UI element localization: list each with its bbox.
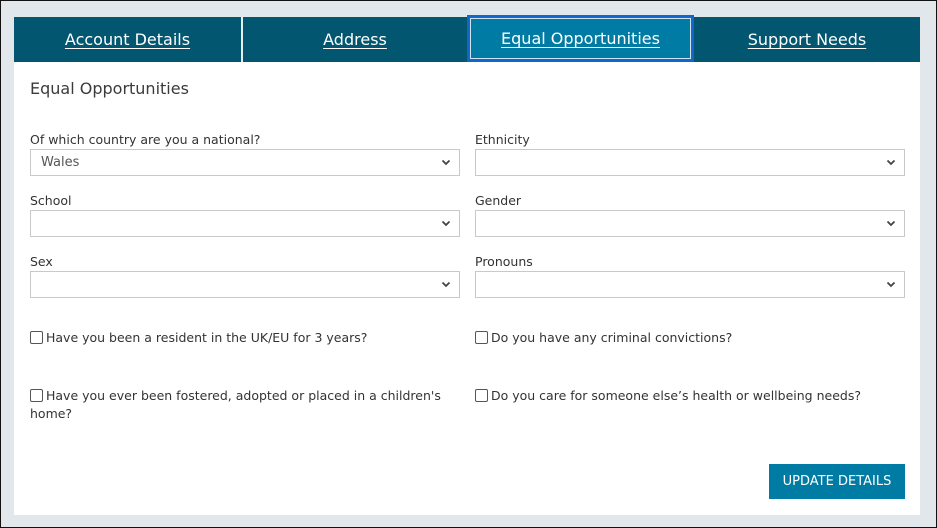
update-details-button[interactable]: UPDATE DETAILS (769, 464, 905, 499)
ethnicity-label: Ethnicity (475, 132, 530, 147)
fostered-checkbox-row: Have you ever been fostered, adopted or … (30, 387, 460, 423)
school-select[interactable] (30, 210, 460, 237)
chevron-down-icon (886, 281, 896, 288)
convictions-checkbox-label[interactable]: Do you have any criminal convictions? (491, 329, 901, 347)
gender-select[interactable] (475, 210, 905, 237)
tab-address[interactable]: Address (241, 17, 467, 62)
sex-field: Sex (30, 254, 460, 298)
nationality-field: Of which country are you a national? Wal… (30, 132, 460, 176)
nationality-value: Wales (41, 155, 80, 170)
form-panel: Account Details Address Equal Opportunit… (14, 15, 920, 515)
carer-checkbox-label[interactable]: Do you care for someone else’s health or… (491, 387, 901, 405)
fostered-checkbox[interactable] (30, 389, 43, 402)
fostered-checkbox-label[interactable]: Have you ever been fostered, adopted or … (30, 387, 450, 423)
pronouns-label: Pronouns (475, 254, 533, 269)
sex-select[interactable] (30, 271, 460, 298)
pronouns-field: Pronouns (475, 254, 905, 298)
resident-checkbox[interactable] (30, 331, 43, 344)
tab-bar: Account Details Address Equal Opportunit… (14, 15, 920, 62)
convictions-checkbox[interactable] (475, 331, 488, 344)
ethnicity-select[interactable] (475, 149, 905, 176)
tab-account-details[interactable]: Account Details (14, 17, 241, 62)
sex-label: Sex (30, 254, 53, 269)
nationality-label: Of which country are you a national? (30, 132, 261, 147)
nationality-select[interactable]: Wales (30, 149, 460, 176)
pronouns-select[interactable] (475, 271, 905, 298)
convictions-checkbox-row: Do you have any criminal convictions? (475, 329, 901, 347)
gender-label: Gender (475, 193, 522, 208)
tab-support-needs[interactable]: Support Needs (694, 17, 920, 62)
chevron-down-icon (441, 281, 451, 288)
chevron-down-icon (441, 220, 451, 227)
tab-equal-opportunities[interactable]: Equal Opportunities (467, 15, 694, 62)
resident-checkbox-row: Have you been a resident in the UK/EU fo… (30, 329, 456, 347)
school-field: School (30, 193, 460, 237)
resident-checkbox-label[interactable]: Have you been a resident in the UK/EU fo… (46, 329, 456, 347)
fostered-checkbox-text: Have you ever been fostered, adopted or … (30, 388, 441, 421)
gender-field: Gender (475, 193, 905, 237)
carer-checkbox-row: Do you care for someone else’s health or… (475, 387, 901, 405)
chevron-down-icon (886, 220, 896, 227)
carer-checkbox[interactable] (475, 389, 488, 402)
chevron-down-icon (886, 159, 896, 166)
school-label: School (30, 193, 72, 208)
ethnicity-field: Ethnicity (475, 132, 905, 176)
chevron-down-icon (441, 159, 451, 166)
section-title: Equal Opportunities (30, 79, 189, 98)
